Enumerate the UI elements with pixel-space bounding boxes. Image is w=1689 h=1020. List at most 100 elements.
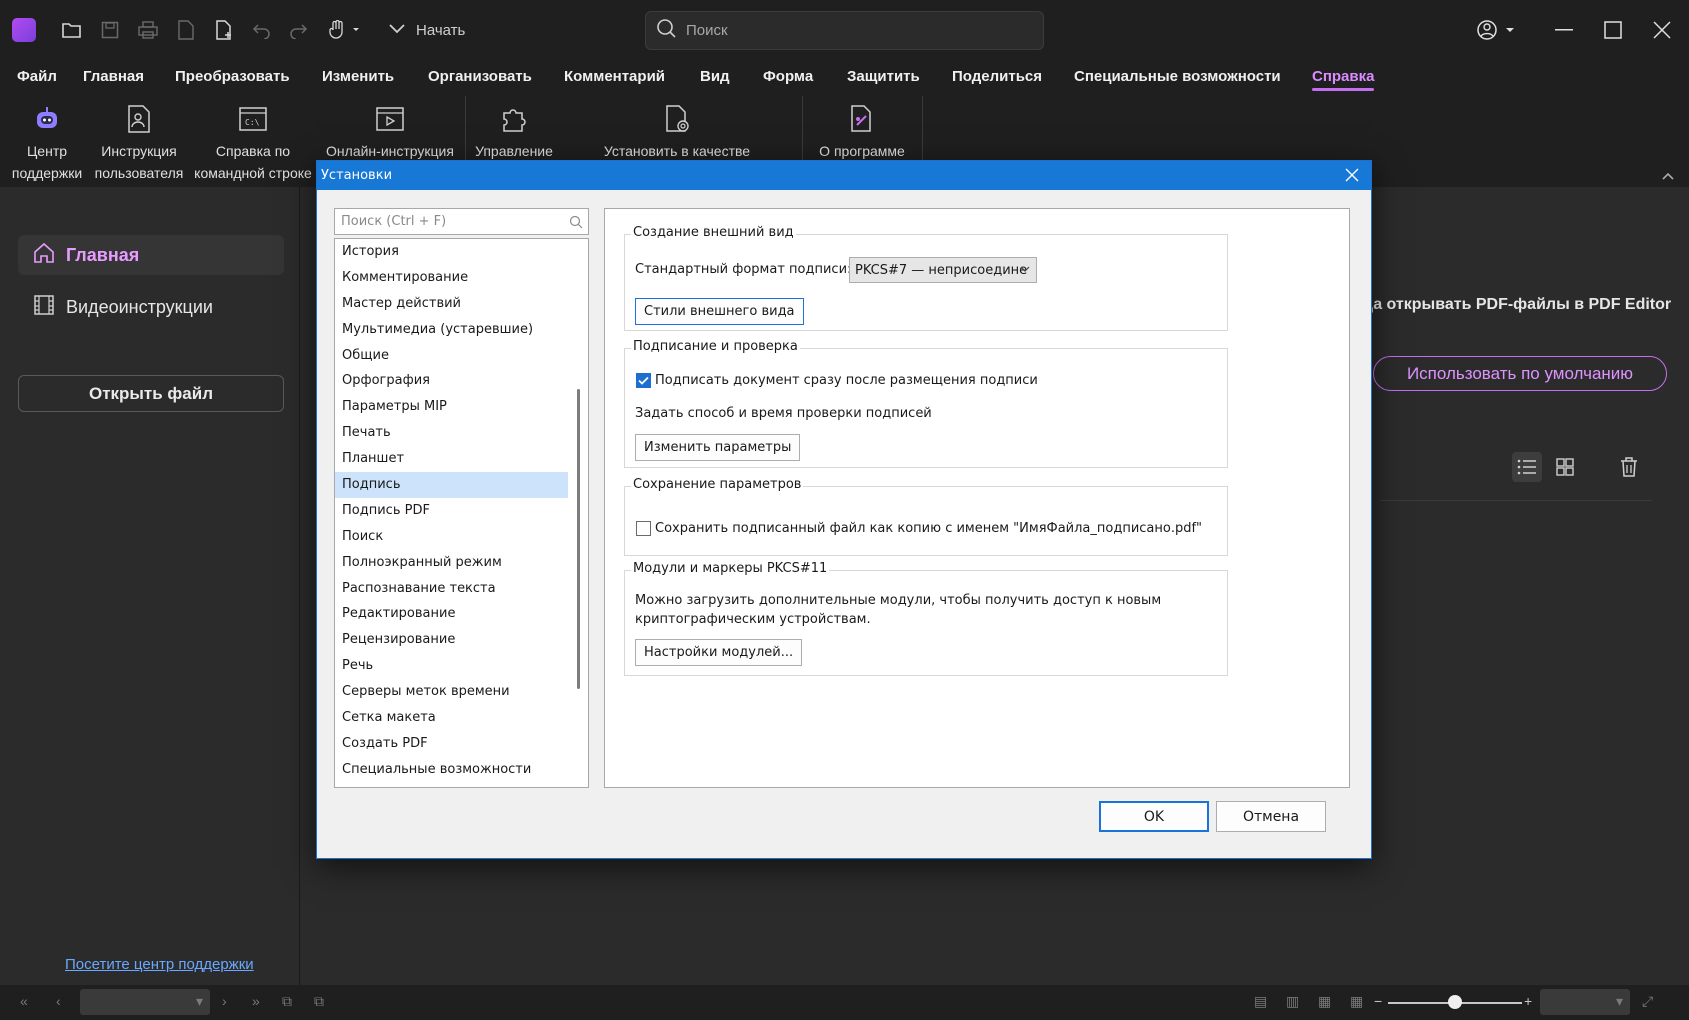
- category-item[interactable]: История: [335, 239, 568, 265]
- page-number-input[interactable]: [80, 989, 210, 1015]
- category-item[interactable]: Рецензирование: [335, 627, 568, 653]
- category-item[interactable]: Орфография: [335, 368, 568, 394]
- category-item[interactable]: Специальные возможности: [335, 757, 568, 783]
- prev-page-icon[interactable]: ‹: [56, 993, 61, 1009]
- menu-organize[interactable]: Организовать: [428, 68, 532, 85]
- sidebar-item-home[interactable]: Главная: [18, 235, 284, 275]
- module-settings-button[interactable]: Настройки модулей...: [635, 639, 803, 666]
- redo-icon[interactable]: [284, 16, 312, 44]
- appearance-group: Создание внешний вид Стандартный формат …: [624, 225, 1228, 331]
- menu-help[interactable]: Справка: [1312, 68, 1375, 91]
- category-item[interactable]: Печать: [335, 420, 568, 446]
- category-item[interactable]: Подпись: [335, 472, 568, 498]
- ok-button[interactable]: OK: [1099, 801, 1209, 832]
- menu-accessibility[interactable]: Специальные возможности: [1074, 68, 1281, 85]
- last-page-icon[interactable]: »: [252, 993, 260, 1009]
- category-scrollbar[interactable]: [577, 389, 580, 689]
- next-page-icon[interactable]: ›: [222, 993, 227, 1009]
- save-copy-checkbox[interactable]: [636, 521, 651, 536]
- undo-icon[interactable]: [248, 16, 276, 44]
- category-list: История Комментирование Мастер действий Мул…: [334, 238, 589, 788]
- page-thumbnail-icon[interactable]: ⧉: [282, 993, 292, 1010]
- manage-plugins-button[interactable]: Управление: [470, 98, 558, 162]
- open-folder-icon[interactable]: [58, 16, 86, 44]
- menu-home[interactable]: Главная: [83, 68, 144, 85]
- category-item[interactable]: Мастер действий: [335, 291, 568, 317]
- minimize-icon[interactable]: [1548, 16, 1580, 44]
- menu-convert[interactable]: Преобразовать: [175, 68, 290, 85]
- menu-edit[interactable]: Изменить: [322, 68, 394, 85]
- category-item[interactable]: Мультимедиа (устаревшие): [335, 317, 568, 343]
- two-page-continuous-icon[interactable]: ▦: [1350, 993, 1363, 1010]
- grid-view-icon[interactable]: [1550, 452, 1580, 482]
- account-icon[interactable]: [1474, 16, 1518, 44]
- dialog-close-icon[interactable]: [1341, 164, 1363, 186]
- category-item[interactable]: Сетка макета: [335, 705, 568, 731]
- category-item[interactable]: Речь: [335, 653, 568, 679]
- cancel-button[interactable]: Отмена: [1216, 801, 1326, 832]
- zoom-slider-thumb[interactable]: [1448, 995, 1462, 1009]
- save-settings-group: Сохранение параметров Сохранить подписан…: [624, 477, 1228, 556]
- zoom-in-icon[interactable]: +: [1524, 993, 1532, 1009]
- use-as-default-button[interactable]: Использовать по умолчанию: [1373, 356, 1667, 391]
- first-page-icon[interactable]: «: [20, 993, 28, 1009]
- about-button[interactable]: О программе: [808, 98, 916, 162]
- change-settings-button[interactable]: Изменить параметры: [635, 434, 801, 461]
- category-item[interactable]: Полноэкранный режим: [335, 550, 568, 576]
- new-document-icon[interactable]: [210, 16, 238, 44]
- start-button[interactable]: Начать: [388, 16, 465, 44]
- signature-format-select[interactable]: PKCS#7 — неприсоедине: [849, 257, 1037, 283]
- close-window-icon[interactable]: [1646, 16, 1678, 44]
- page-copy-icon[interactable]: ⧉: [314, 993, 324, 1010]
- sidebar-item-videos[interactable]: Видеоинструкции: [18, 287, 284, 327]
- page-properties-icon[interactable]: [172, 16, 200, 44]
- open-file-button[interactable]: Открыть файл: [18, 375, 284, 412]
- hand-tool-icon[interactable]: [324, 16, 364, 44]
- search-icon: [569, 214, 583, 233]
- menu-share[interactable]: Поделиться: [952, 68, 1042, 85]
- print-icon[interactable]: [134, 16, 162, 44]
- film-icon: [32, 293, 56, 322]
- category-item[interactable]: Редактирование: [335, 601, 568, 627]
- category-item[interactable]: Создать PDF: [335, 731, 568, 757]
- maximize-icon[interactable]: [1597, 16, 1629, 44]
- two-page-icon[interactable]: ▦: [1318, 993, 1331, 1010]
- menu-comment[interactable]: Комментарий: [564, 68, 665, 85]
- category-item[interactable]: Серверы меток времени: [335, 679, 568, 705]
- category-item[interactable]: Подпись PDF: [335, 498, 568, 524]
- page-dropdown-icon[interactable]: ▾: [196, 993, 203, 1010]
- menu-protect[interactable]: Защитить: [847, 68, 920, 85]
- online-guide-button[interactable]: Онлайн-инструкция: [322, 98, 458, 162]
- category-item[interactable]: Поиск: [335, 524, 568, 550]
- zoom-out-icon[interactable]: −: [1374, 993, 1382, 1009]
- sign-immediately-checkbox[interactable]: [636, 373, 651, 388]
- list-view-icon[interactable]: [1512, 452, 1542, 482]
- appearance-styles-button[interactable]: Стили внешнего вида: [635, 298, 804, 325]
- category-item[interactable]: Общие: [335, 343, 568, 369]
- collapse-ribbon-icon[interactable]: [1661, 170, 1675, 184]
- trash-icon[interactable]: [1614, 452, 1644, 482]
- zoom-dropdown-icon[interactable]: ▾: [1616, 993, 1623, 1010]
- preferences-search-input[interactable]: [341, 214, 561, 229]
- support-center-button[interactable]: Центр поддержки: [6, 98, 88, 184]
- save-icon[interactable]: [96, 16, 124, 44]
- cmd-help-button[interactable]: C:\ Справка по командной строке: [190, 98, 316, 184]
- global-search-box[interactable]: [645, 11, 1044, 50]
- app-logo: [12, 18, 36, 42]
- single-page-icon[interactable]: ▤: [1254, 993, 1267, 1010]
- dialog-title-bar: Установки: [317, 161, 1371, 190]
- category-item[interactable]: Планшет: [335, 446, 568, 472]
- menu-form[interactable]: Форма: [763, 68, 813, 85]
- global-search-input[interactable]: [686, 22, 1016, 39]
- category-item[interactable]: Параметры MIP: [335, 394, 568, 420]
- fullscreen-icon[interactable]: ⤢: [1642, 993, 1653, 1010]
- preferences-search[interactable]: [334, 208, 589, 235]
- category-item[interactable]: Комментирование: [335, 265, 568, 291]
- set-default-button[interactable]: Установить в качестве: [600, 98, 754, 162]
- menu-file[interactable]: Файл: [17, 68, 57, 85]
- menu-view[interactable]: Вид: [700, 68, 730, 85]
- support-center-link[interactable]: Посетите центр поддержки: [65, 956, 254, 973]
- user-guide-button[interactable]: Инструкция пользователя: [92, 98, 186, 184]
- continuous-page-icon[interactable]: ▥: [1286, 993, 1299, 1010]
- category-item[interactable]: Распознавание текста: [335, 576, 568, 602]
